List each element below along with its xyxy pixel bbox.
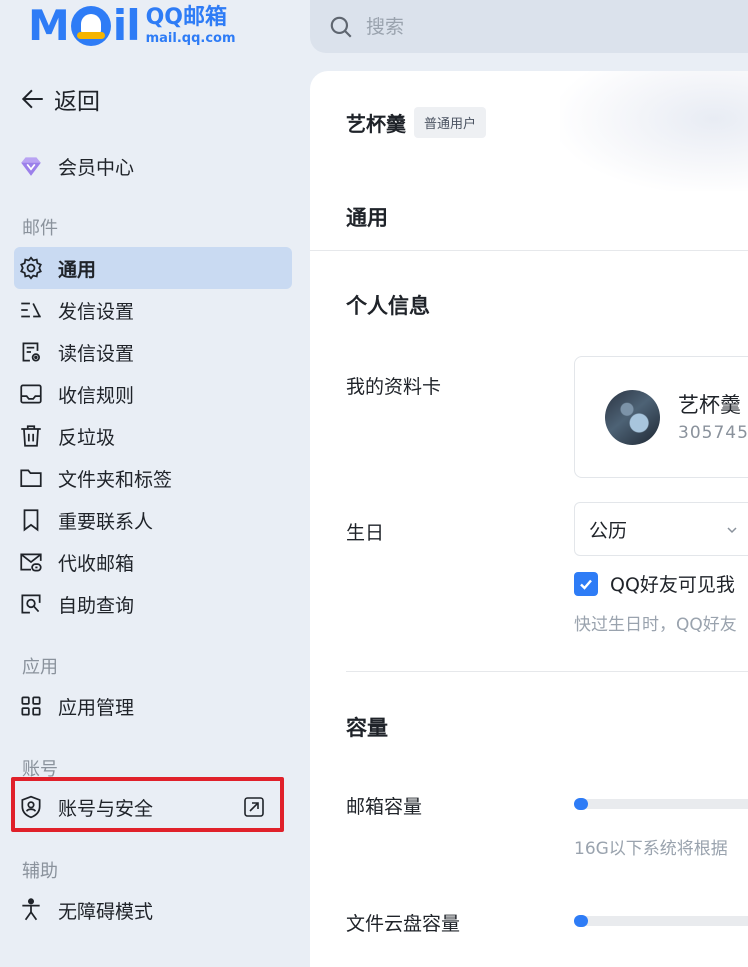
sidebar-item-label: 通用 — [58, 258, 97, 281]
section-title-capacity: 容量 — [346, 716, 388, 740]
folder-icon — [20, 469, 42, 487]
read-settings-icon — [22, 342, 40, 362]
group-title-apps: 应用 — [22, 657, 58, 678]
search-doc-icon — [21, 594, 41, 614]
sidebar-item-folders-tags[interactable]: 文件夹和标签 — [14, 457, 292, 499]
disk-capacity-fill — [574, 915, 588, 927]
shield-user-icon — [21, 795, 41, 819]
sidebar-item-general[interactable]: 通用 — [14, 247, 292, 289]
user-level-badge: 普通用户 — [414, 107, 487, 138]
group-title-mail: 邮件 — [22, 218, 58, 239]
logo-mascot-icon — [70, 6, 111, 46]
disk-capacity-label: 文件云盘容量 — [346, 913, 461, 935]
mail-capacity-label: 邮箱容量 — [346, 796, 423, 818]
section-title-personal: 个人信息 — [346, 294, 430, 318]
qq-friends-visible-option[interactable]: QQ好友可见我 — [574, 570, 735, 597]
sidebar-item-label: 账号与安全 — [58, 797, 154, 820]
page-title: 通用 — [346, 206, 388, 230]
sidebar-item-label: 应用管理 — [58, 696, 135, 719]
sidebar-item-receive-rules[interactable]: 收信规则 — [14, 373, 292, 415]
group-title-account: 账号 — [22, 759, 58, 780]
profile-card-name: 艺杯羹 — [678, 393, 741, 417]
checkmark-icon — [580, 579, 592, 590]
settings-panel: 艺杯羹 普通用户 通用 个人信息 我的资料卡 艺杯羹 3057454 生日 公历… — [310, 71, 748, 967]
back-label: 返回 — [54, 89, 100, 115]
mail-capacity-bar — [574, 798, 748, 810]
qq-mail-logo[interactable]: M il QQ邮箱 mail.qq.com — [28, 4, 236, 48]
sidebar-item-label: 自助查询 — [58, 594, 135, 617]
sidebar-item-send-settings[interactable]: 发信设置 — [14, 289, 292, 331]
mail-capacity-fill — [574, 798, 588, 810]
sidebar-item-label: 收信规则 — [58, 384, 135, 407]
profile-card-label: 我的资料卡 — [346, 376, 442, 398]
sidebar-item-label: 反垃圾 — [58, 426, 116, 449]
logo-domain-text: mail.qq.com — [145, 31, 236, 46]
mail-capacity-hint: 16G以下系统将根据 — [574, 839, 728, 859]
qq-friends-visible-checkbox[interactable] — [574, 571, 598, 596]
diamond-icon — [21, 157, 41, 176]
search-input[interactable] — [366, 15, 666, 38]
sidebar-item-account-security[interactable]: 账号与安全 — [14, 786, 284, 828]
birthday-hint: 快过生日时，QQ好友 — [574, 615, 737, 635]
send-settings-icon — [21, 302, 41, 318]
birthday-label: 生日 — [346, 522, 385, 544]
search-icon — [330, 16, 352, 38]
search-bar[interactable] — [310, 0, 748, 53]
calendar-type-select[interactable]: 公历 — [574, 502, 748, 556]
sidebar-item-label: 文件夹和标签 — [58, 468, 173, 491]
sidebar-item-important-contacts[interactable]: 重要联系人 — [14, 499, 292, 541]
avatar — [605, 390, 660, 445]
user-info: 艺杯羹 普通用户 — [346, 107, 487, 138]
back-button[interactable]: 返回 — [20, 80, 100, 118]
sidebar-item-label: 发信设置 — [58, 300, 135, 323]
section-divider — [346, 671, 748, 672]
sidebar-item-anti-spam[interactable]: 反垃圾 — [14, 415, 292, 457]
sidebar-item-read-settings[interactable]: 读信设置 — [14, 331, 292, 373]
sidebar-item-proxy-mailbox[interactable]: 代收邮箱 — [14, 541, 292, 583]
group-title-assist: 辅助 — [22, 861, 58, 882]
sidebar-item-label: 代收邮箱 — [58, 552, 135, 575]
mail-link-icon — [20, 553, 42, 572]
bookmark-icon — [23, 509, 39, 532]
inbox-icon — [20, 384, 42, 404]
accessibility-icon — [22, 898, 40, 921]
arrow-left-icon — [21, 89, 43, 109]
external-link-icon[interactable] — [242, 795, 266, 819]
sidebar-item-accessibility[interactable]: 无障碍模式 — [14, 889, 292, 931]
profile-card[interactable]: 艺杯羹 3057454 — [574, 356, 748, 478]
vip-center-label: 会员中心 — [58, 156, 135, 179]
gear-icon — [20, 256, 42, 280]
grid-icon — [21, 696, 41, 716]
disk-capacity-bar — [574, 915, 748, 927]
profile-card-id: 3057454 — [678, 423, 748, 443]
sidebar-item-app-management[interactable]: 应用管理 — [14, 685, 292, 727]
header-decoration — [560, 71, 748, 191]
calendar-type-value: 公历 — [589, 519, 628, 542]
sidebar-item-label: 重要联系人 — [58, 510, 154, 533]
sidebar-item-self-query[interactable]: 自助查询 — [14, 583, 292, 625]
trash-icon — [21, 425, 41, 447]
header-divider — [310, 250, 748, 251]
user-name: 艺杯羹 — [346, 112, 406, 136]
logo-cn-text: QQ邮箱 — [145, 5, 227, 30]
chevron-down-icon — [727, 527, 737, 534]
logo-letter-m: M — [28, 1, 70, 50]
qq-friends-visible-label: QQ好友可见我 — [610, 574, 735, 596]
vip-center-link[interactable]: 会员中心 — [18, 146, 134, 186]
sidebar-item-label: 读信设置 — [58, 342, 135, 365]
logo-letters-il: il — [112, 1, 141, 50]
sidebar-item-label: 无障碍模式 — [58, 900, 154, 923]
